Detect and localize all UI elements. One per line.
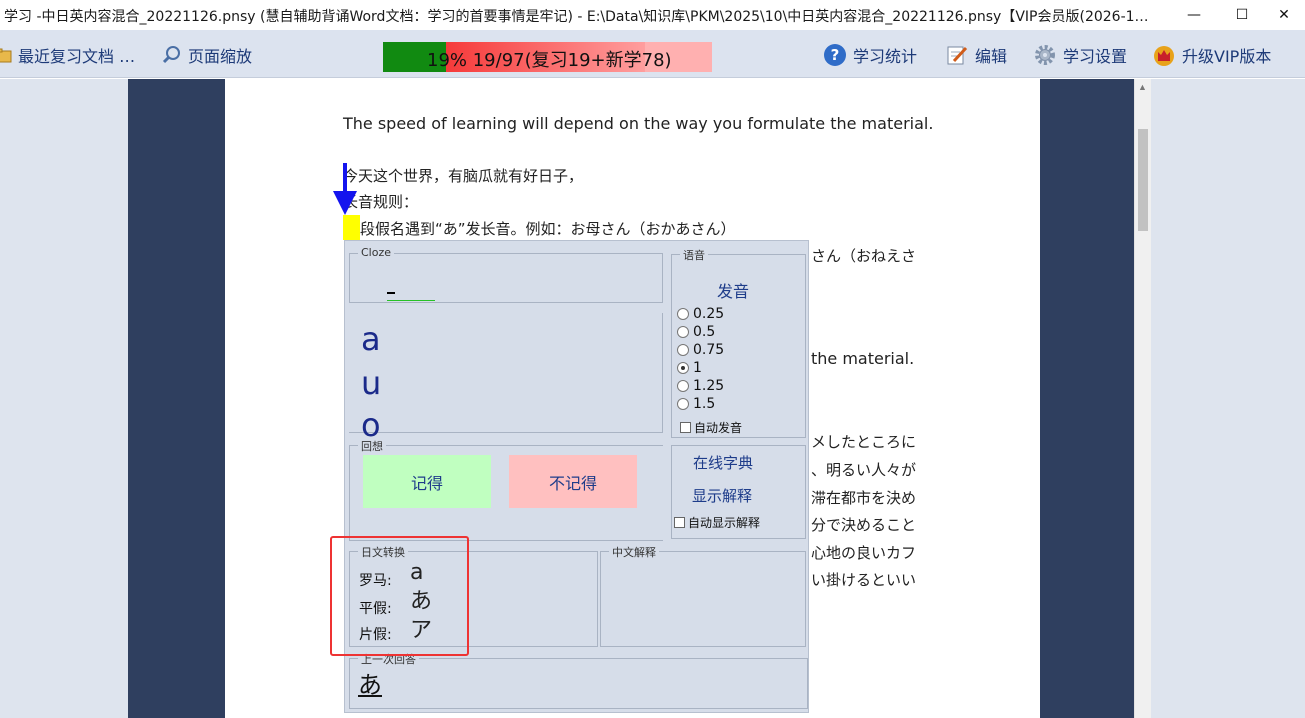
cloze-dash: [387, 292, 395, 294]
cloze-blank[interactable]: [387, 300, 435, 301]
page-zoom-label: 页面缩放: [188, 47, 253, 66]
maximize-button[interactable]: ☐: [1220, 0, 1264, 30]
speed-label: 0.75: [693, 342, 725, 358]
recall-title: 回想: [358, 438, 386, 454]
edit-button[interactable]: 编辑: [945, 43, 1007, 67]
close-button[interactable]: ✕: [1262, 0, 1305, 30]
radio-icon[interactable]: [677, 380, 689, 392]
current-position-highlight: [343, 215, 360, 240]
svg-text:?: ?: [831, 46, 840, 64]
gear-icon: [1035, 45, 1055, 65]
doc-line: さん（おねえさ: [811, 247, 917, 265]
edit-label: 编辑: [975, 47, 1008, 66]
page-margin-right: [1040, 79, 1134, 718]
doc-line: 段假名遇到“あ”发长音。例如：お母さん（おかあさん）: [360, 220, 736, 238]
doc-line: メしたところに: [811, 433, 917, 451]
scroll-thumb[interactable]: [1138, 129, 1148, 231]
study-progress-bar: 19% 19/97(复习19+新学78): [383, 42, 712, 72]
window-title: 学习 -中日英内容混合_20221126.pnsy (慧自辅助背诵Word文档：…: [4, 9, 1149, 25]
cn-explain-title: 中文解释: [609, 544, 659, 560]
speed-option[interactable]: 0.25: [677, 306, 724, 322]
last-answer-group: 上一次回答 あ: [349, 651, 808, 709]
page-zoom-button[interactable]: 页面缩放: [162, 43, 252, 67]
speed-label: 0.5: [693, 324, 716, 340]
page-margin-left: [128, 79, 225, 718]
voice-title: 语音: [680, 247, 708, 263]
auto-show-explain-checkbox[interactable]: 自动显示解释: [674, 514, 760, 531]
magnifier-icon: [162, 46, 180, 64]
speed-label: 1.5: [693, 396, 716, 412]
arrow-down-icon: [333, 163, 357, 215]
radio-icon[interactable]: [677, 308, 689, 320]
folder-icon: [0, 48, 12, 63]
doc-line: い掛けるといい: [811, 571, 917, 589]
last-answer-value: あ: [358, 671, 382, 699]
speed-option[interactable]: 0.5: [677, 324, 715, 340]
doc-line: 、明るい人々が: [811, 461, 917, 479]
edit-icon: [947, 46, 968, 65]
cloze-title: Cloze: [358, 246, 395, 259]
recent-docs-button[interactable]: 最近复习文档 …: [0, 43, 135, 67]
remember-button[interactable]: 记得: [363, 455, 491, 508]
checkbox-icon[interactable]: [674, 517, 685, 528]
speed-option-selected[interactable]: 1: [677, 360, 702, 376]
cn-explain-group: 中文解释: [600, 544, 806, 647]
checkbox-icon[interactable]: [680, 422, 691, 433]
radio-icon[interactable]: [677, 326, 689, 338]
help-icon: ?: [824, 44, 846, 66]
speed-label: 0.25: [693, 306, 725, 322]
speed-label: 1: [693, 360, 702, 376]
cloze-letter: o: [361, 406, 381, 444]
doc-line: 心地の良いカフ: [811, 544, 917, 562]
auto-show-explain-label: 自动显示解释: [688, 516, 761, 530]
cloze-group: Cloze: [349, 246, 663, 303]
study-settings-label: 学习设置: [1063, 47, 1128, 66]
progress-text: 19% 19/97(复习19+新学78): [427, 50, 672, 71]
forget-button[interactable]: 不记得: [509, 455, 637, 508]
cloze-letter: a: [361, 320, 381, 358]
cloze-answer-area: a u o: [349, 313, 663, 441]
radio-checked-icon[interactable]: [677, 362, 689, 374]
auto-pronounce-label: 自动发音: [694, 421, 743, 435]
doc-line: 今天这个世界，有脑瓜就有好日子，: [343, 167, 584, 185]
speed-option[interactable]: 0.75: [677, 342, 724, 358]
doc-line: 滞在都市を決め: [811, 489, 917, 507]
doc-line: The speed of learning will depend on the…: [343, 114, 934, 133]
auto-pronounce-checkbox[interactable]: 自动发音: [680, 419, 742, 436]
doc-line: 分で決めること: [811, 516, 917, 534]
toolbar: 最近复习文档 … 页面缩放 19% 19/97(复习19+新学78) ? 学习统…: [0, 30, 1305, 78]
study-stats-label: 学习统计: [853, 47, 918, 66]
speed-option[interactable]: 1.5: [677, 396, 715, 412]
speed-option[interactable]: 1.25: [677, 378, 724, 394]
radio-icon[interactable]: [677, 344, 689, 356]
pronounce-button[interactable]: 发音: [717, 278, 749, 302]
speed-label: 1.25: [693, 378, 725, 394]
radio-icon[interactable]: [677, 398, 689, 410]
show-explain-link[interactable]: 显示解释: [692, 485, 752, 506]
minimize-button[interactable]: —: [1172, 0, 1216, 30]
highlight-annotation-box: [330, 536, 469, 656]
upgrade-vip-label: 升级VIP版本: [1182, 47, 1272, 66]
cloze-letter: u: [361, 364, 382, 402]
doc-line: the material.: [811, 349, 915, 368]
title-bar: 学习 -中日英内容混合_20221126.pnsy (慧自辅助背诵Word文档：…: [0, 0, 1305, 30]
study-settings-button[interactable]: 学习设置: [1033, 43, 1127, 67]
scroll-up-icon[interactable]: ▲: [1138, 82, 1147, 92]
study-stats-button[interactable]: ? 学习统计: [823, 43, 917, 67]
vertical-scrollbar[interactable]: ▲: [1134, 79, 1151, 718]
online-dict-link[interactable]: 在线字典: [693, 452, 753, 473]
crown-icon: [1154, 46, 1174, 66]
recent-docs-label: 最近复习文档 …: [18, 47, 136, 66]
upgrade-vip-button[interactable]: 升级VIP版本: [1152, 43, 1271, 67]
